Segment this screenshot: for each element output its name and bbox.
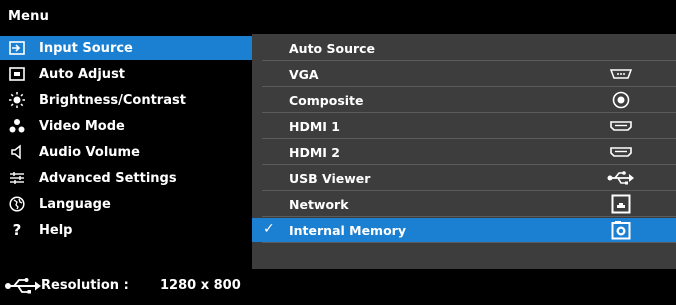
hdmi-icon <box>606 116 636 136</box>
composite-icon <box>606 90 636 110</box>
hdmi-icon <box>606 142 636 162</box>
input-source-icon <box>8 39 26 57</box>
language-icon <box>8 195 26 213</box>
menu-title: Menu <box>8 9 50 24</box>
source-label: VGA <box>289 67 319 82</box>
divider <box>262 60 676 61</box>
source-item-composite[interactable]: Composite <box>252 88 676 112</box>
menu-item-label: Video Mode <box>39 118 125 134</box>
internal-memory-icon <box>606 220 636 240</box>
menu-item-label: Input Source <box>39 40 133 56</box>
source-label: Auto Source <box>289 41 376 56</box>
menu-item-label: Language <box>39 196 111 212</box>
source-label: HDMI 1 <box>289 119 340 134</box>
usb-icon <box>4 277 44 295</box>
auto-adjust-icon <box>8 65 26 83</box>
status-bar: Resolution : 1280 x 800 <box>0 269 676 305</box>
menu-item-input-source[interactable]: Input Source <box>0 36 252 60</box>
input-source-submenu: Auto Source VGA Composite HDMI 1 HDMI 2 … <box>252 34 676 269</box>
main-menu: Input Source Auto Adjust Brightness/Cont… <box>0 34 252 269</box>
source-item-hdmi-1[interactable]: HDMI 1 <box>252 114 676 138</box>
divider <box>262 86 676 87</box>
source-item-auto-source[interactable]: Auto Source <box>252 36 676 60</box>
menu-item-language[interactable]: Language <box>0 192 252 216</box>
usb-icon <box>606 168 636 188</box>
menu-item-label: Help <box>39 222 73 238</box>
menu-item-label: Auto Adjust <box>39 66 126 82</box>
menu-item-audio-volume[interactable]: Audio Volume <box>0 140 252 164</box>
source-item-usb-viewer[interactable]: USB Viewer <box>252 166 676 190</box>
source-label: USB Viewer <box>289 171 371 186</box>
check-icon: ✓ <box>263 221 275 237</box>
resolution-label: Resolution : <box>41 278 129 293</box>
source-item-internal-memory[interactable]: ✓ Internal Memory <box>252 218 676 242</box>
menu-item-auto-adjust[interactable]: Auto Adjust <box>0 62 252 86</box>
source-label: Internal Memory <box>289 223 406 238</box>
video-mode-icon <box>8 117 26 135</box>
divider <box>262 164 676 165</box>
menu-item-advanced-settings[interactable]: Advanced Settings <box>0 166 252 190</box>
source-item-network[interactable]: Network <box>252 192 676 216</box>
divider <box>262 138 676 139</box>
menu-item-help[interactable]: ? Help <box>0 218 252 242</box>
speaker-icon <box>8 143 26 161</box>
advanced-settings-icon <box>8 169 26 187</box>
menu-item-label: Advanced Settings <box>39 170 177 186</box>
title-bar: Menu <box>0 0 676 34</box>
source-label: Network <box>289 197 349 212</box>
help-icon: ? <box>12 221 22 239</box>
source-item-vga[interactable]: VGA <box>252 62 676 86</box>
network-icon <box>606 194 636 214</box>
brightness-icon <box>8 91 26 109</box>
menu-item-brightness-contrast[interactable]: Brightness/Contrast <box>0 88 252 112</box>
source-label: Composite <box>289 93 364 108</box>
divider <box>262 190 676 191</box>
resolution-value: 1280 x 800 <box>160 278 241 293</box>
source-item-hdmi-2[interactable]: HDMI 2 <box>252 140 676 164</box>
menu-item-label: Brightness/Contrast <box>39 92 186 108</box>
divider <box>262 242 676 243</box>
menu-item-video-mode[interactable]: Video Mode <box>0 114 252 138</box>
menu-item-label: Audio Volume <box>39 144 140 160</box>
divider <box>262 216 676 217</box>
vga-icon <box>606 64 636 84</box>
divider <box>262 112 676 113</box>
source-label: HDMI 2 <box>289 145 340 160</box>
